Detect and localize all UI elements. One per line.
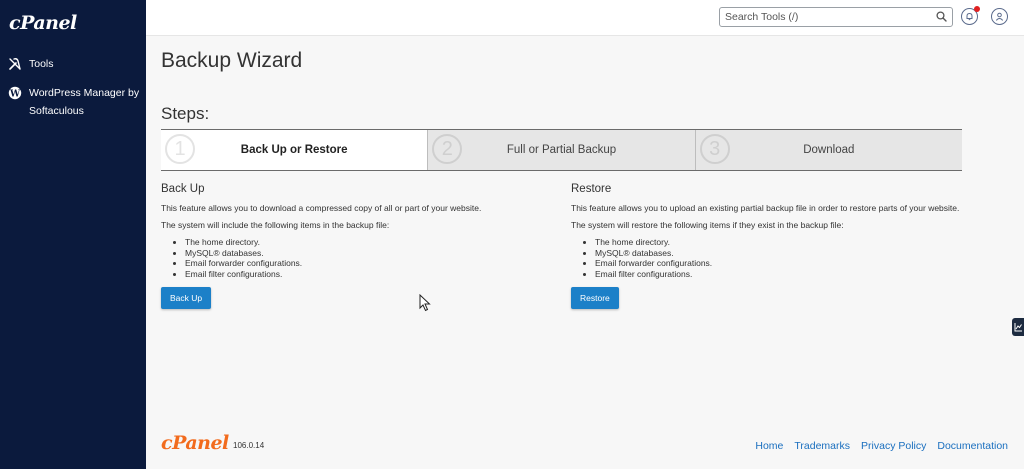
search-input[interactable] — [725, 9, 925, 25]
step-number: 1 — [165, 134, 195, 164]
backup-heading: Back Up — [161, 183, 205, 195]
restore-button[interactable]: Restore — [571, 287, 619, 309]
user-icon — [995, 12, 1004, 21]
list-item: MySQL® databases. — [185, 248, 556, 259]
sidebar-item-tools[interactable]: Tools — [8, 55, 147, 73]
step-label: Back Up or Restore — [240, 144, 348, 156]
page-title: Backup Wizard — [161, 49, 303, 72]
sidebar-item-label: Tools — [29, 58, 54, 70]
mouse-pointer-icon — [419, 294, 431, 312]
side-widget-tab[interactable] — [1012, 318, 1024, 336]
step-back-up-or-restore: 1 Back Up or Restore — [161, 130, 428, 170]
back-up-button[interactable]: Back Up — [161, 287, 212, 309]
list-item: The home directory. — [185, 237, 556, 248]
svg-text:W: W — [9, 89, 21, 99]
list-item: Email forwarder configurations. — [595, 258, 966, 269]
footer-cpanel-logo: cPanel — [161, 432, 229, 454]
backup-items-list: The home directory. MySQL® databases. Em… — [161, 237, 556, 279]
sidebar: cPanel Tools W WordPress Manager by Soft… — [0, 0, 146, 469]
step-number: 3 — [699, 134, 730, 164]
step-label: Full or Partial Backup — [506, 144, 617, 156]
steps-heading: Steps: — [161, 104, 210, 123]
list-item: Email forwarder configurations. — [185, 258, 556, 269]
step-number: 2 — [432, 134, 463, 164]
bell-icon — [966, 12, 973, 21]
backup-description: This feature allows you to download a co… — [161, 203, 482, 213]
steps-bar: 1 Back Up or Restore 2 Full or Partial B… — [161, 129, 962, 171]
chart-icon — [1014, 323, 1022, 332]
search-icon[interactable] — [936, 11, 947, 22]
search-box[interactable] — [719, 7, 953, 27]
backup-section: Back Up This feature allows you to downl… — [161, 183, 556, 309]
restore-includes-intro: The system will restore the following it… — [571, 220, 844, 230]
step-download: 3 Download — [694, 130, 962, 170]
version-number: 106.0.14 — [233, 441, 265, 450]
step-full-or-partial-backup: 2 Full or Partial Backup — [427, 130, 695, 170]
step-label: Download — [803, 144, 855, 156]
footer-link-documentation[interactable]: Documentation — [937, 440, 1008, 452]
sidebar-item-label: WordPress Manager by Softaculous — [29, 87, 140, 117]
backup-includes-intro: The system will include the following it… — [161, 220, 390, 230]
restore-description: This feature allows you to upload an exi… — [571, 203, 960, 213]
restore-heading: Restore — [571, 183, 612, 195]
list-item: Email filter configurations. — [185, 269, 556, 280]
sidebar-item-wordpress-manager[interactable]: W WordPress Manager by Softaculous — [8, 84, 147, 120]
list-item: MySQL® databases. — [595, 248, 966, 259]
list-item: Email filter configurations. — [595, 269, 966, 280]
cpanel-logo[interactable]: cPanel — [9, 12, 77, 34]
footer-link-privacy-policy[interactable]: Privacy Policy — [861, 440, 926, 452]
restore-items-list: The home directory. MySQL® databases. Em… — [571, 237, 966, 279]
footer-link-trademarks[interactable]: Trademarks — [794, 440, 850, 452]
wordpress-icon: W — [8, 86, 22, 99]
restore-section: Restore This feature allows you to uploa… — [571, 183, 966, 309]
footer-links: Home Trademarks Privacy Policy Documenta… — [755, 440, 1008, 452]
user-menu-button[interactable] — [991, 8, 1008, 25]
main-content: Backup Wizard Steps: 1 Back Up or Restor… — [146, 36, 1024, 469]
notification-badge — [974, 6, 980, 12]
list-item: The home directory. — [595, 237, 966, 248]
topbar — [146, 0, 1024, 36]
footer-link-home[interactable]: Home — [755, 440, 783, 452]
tools-icon — [9, 58, 21, 70]
notifications-button[interactable] — [961, 6, 980, 25]
